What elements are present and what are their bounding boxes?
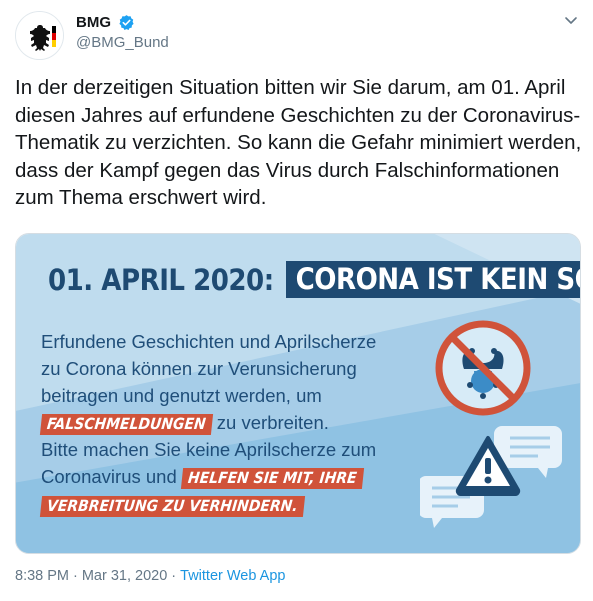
tweet-footer: 8:38 PM · Mar 31, 2020 · Twitter Web App (15, 568, 286, 584)
eagle-logo-icon (16, 12, 63, 59)
tweet-text: In der derzeitigen Situation bitten wir … (15, 76, 582, 209)
image-line-6: Coronavirus und HELFEN SIE MIT, IHRE (41, 463, 431, 490)
image-title-date: 01. APRIL 2020: (48, 262, 274, 297)
tag-falschmeldungen: FALSCHMELDUNGEN (39, 414, 213, 435)
tweet-image[interactable]: 01. APRIL 2020: CORONA IST KEIN SCHERZ E… (15, 233, 581, 554)
image-body-text: Erfundene Geschichten und Aprilscherze z… (39, 328, 431, 518)
verified-badge-icon (119, 15, 134, 30)
image-line-3: beitragen und genutzt werden, um (41, 385, 322, 406)
image-line-7: VERBREITUNG ZU VERHINDERN. (39, 491, 431, 518)
tag-helfen: HELFEN SIE MIT, IHRE (180, 468, 364, 489)
no-jester-icon (435, 320, 531, 416)
avatar[interactable] (15, 11, 64, 60)
image-line-2: zu Corona können zur Verunsicherung (41, 358, 357, 379)
image-line-4: FALSCHMELDUNGEN zu verbreiten. (39, 409, 431, 436)
image-line-1: Erfundene Geschichten und Aprilscherze (41, 331, 377, 352)
display-name[interactable]: BMG (76, 14, 111, 31)
image-line-5: Bitte machen Sie keine Aprilscherze zum (41, 439, 377, 460)
tweet-source[interactable]: Twitter Web App (180, 568, 285, 584)
image-line-6-start: Coronavirus und (41, 466, 182, 487)
user-handle[interactable]: @BMG_Bund (76, 34, 169, 51)
warning-triangle-icon (455, 436, 521, 496)
tweet-date[interactable]: Mar 31, 2020 (82, 568, 167, 584)
image-line-4-rest: zu verbreiten. (211, 412, 329, 433)
image-title-highlight: CORONA IST KEIN SCHERZ (285, 261, 580, 298)
tag-verbreitung: VERBREITUNG ZU VERHINDERN. (39, 496, 305, 517)
chevron-down-icon[interactable] (563, 14, 579, 28)
image-title: 01. APRIL 2020: CORONA IST KEIN SCHERZ (30, 259, 580, 300)
tweet-time[interactable]: 8:38 PM (15, 568, 69, 584)
